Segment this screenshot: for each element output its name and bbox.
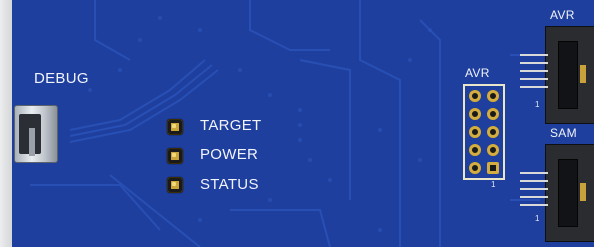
target-led-label: TARGET [200, 117, 262, 134]
debug-label: DEBUG [34, 70, 89, 87]
avr-connector-label: AVR [550, 8, 575, 22]
avr-connector [545, 26, 594, 124]
avr-pad-header [463, 84, 505, 180]
status-led [167, 177, 183, 193]
micro-usb-connector [14, 105, 58, 163]
sam-connector-pin1: 1 [535, 214, 540, 223]
sam-connector-label: SAM [550, 126, 577, 140]
avr-pad-header-pin1: 1 [491, 180, 496, 189]
status-led-label: STATUS [200, 176, 259, 193]
power-led-label: POWER [200, 146, 259, 163]
target-led [167, 119, 183, 135]
avr-connector-pin1: 1 [535, 100, 540, 109]
sam-connector [545, 144, 594, 242]
avr-pad-header-label: AVR [465, 66, 490, 80]
pcb-photo: DEBUG TARGET POWER STATUS AVR 1 AVR 1 SA… [0, 0, 594, 247]
power-led [167, 148, 183, 164]
